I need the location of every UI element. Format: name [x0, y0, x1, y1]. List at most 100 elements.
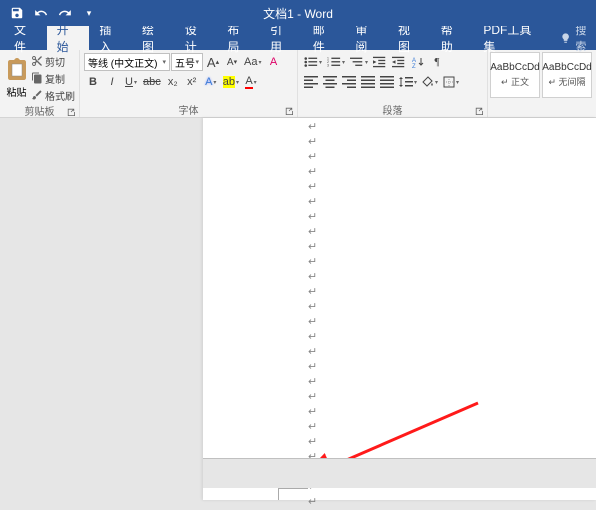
outdent-icon	[373, 56, 387, 68]
undo-icon	[34, 6, 48, 20]
sort-button[interactable]: AZ	[409, 53, 427, 71]
format-painter-label: 格式刷	[45, 88, 75, 103]
bullets-button[interactable]: ▾	[302, 53, 324, 71]
borders-icon	[443, 76, 455, 88]
dropdown-icon: ▾	[87, 8, 92, 19]
paragraph-mark: ↵	[203, 330, 596, 345]
paragraph-mark: ↵	[203, 270, 596, 285]
ribbon: 粘贴 剪切 复制 格式刷 剪贴板	[0, 50, 596, 118]
launcher-icon	[285, 107, 293, 115]
align-right-button[interactable]	[340, 73, 358, 91]
paragraph-mark: ↵	[203, 195, 596, 210]
sort-icon: AZ	[412, 56, 424, 68]
line-spacing-button[interactable]: ▾	[397, 73, 419, 91]
scissors-icon	[31, 55, 43, 67]
shading-button[interactable]: ▾	[420, 73, 440, 91]
bold-button[interactable]: B	[84, 73, 102, 91]
paragraph-mark: ↵	[203, 345, 596, 360]
launcher-icon	[67, 108, 75, 116]
align-left-icon	[304, 76, 318, 88]
paragraph-mark: ↵	[203, 120, 596, 135]
numbering-button[interactable]: 123▾	[325, 53, 347, 71]
svg-text:3: 3	[327, 63, 329, 67]
paragraph-launcher[interactable]	[474, 106, 484, 116]
numbering-icon: 123	[327, 56, 341, 68]
chevron-down-icon: ▾	[195, 58, 199, 66]
bulb-icon	[560, 32, 571, 44]
qat-customize-button[interactable]: ▾	[78, 2, 100, 24]
ribbon-group-paragraph: ▾ 123▾ ▾ AZ ¶ ▾ ▾ ▾ 段落	[298, 50, 488, 117]
font-name-combo[interactable]: 等线 (中文正文) ▾	[84, 53, 170, 71]
paragraph-mark: ↵	[203, 360, 596, 375]
undo-button[interactable]	[30, 2, 52, 24]
save-button[interactable]	[6, 2, 28, 24]
font-launcher[interactable]	[284, 106, 294, 116]
line-spacing-icon	[399, 76, 413, 88]
style-box-1[interactable]: AaBbCcDd↵ 无间隔	[542, 52, 592, 98]
paragraph-mark: ↵	[203, 495, 596, 510]
workspace: ↵↵↵↵↵↵↵↵↵↵↵↵↵↵↵↵↵↵↵↵↵↵↵↵↵↵	[0, 118, 596, 500]
underline-button[interactable]: U▾	[122, 73, 140, 91]
window-title: 文档1 - Word	[263, 5, 333, 22]
paragraph-group-label: 段落	[298, 102, 487, 117]
svg-text:Z: Z	[412, 64, 416, 68]
paragraph-mark: ↵	[203, 390, 596, 405]
clear-formatting-button[interactable]: A	[264, 53, 282, 71]
save-icon	[10, 6, 24, 20]
quick-access-toolbar: ▾	[0, 2, 100, 24]
decrease-indent-button[interactable]	[371, 53, 389, 71]
style-box-0[interactable]: AaBbCcDd↵ 正文	[490, 52, 540, 98]
next-page-corner	[278, 488, 308, 500]
align-center-button[interactable]	[321, 73, 339, 91]
align-left-button[interactable]	[302, 73, 320, 91]
ribbon-group-styles: AaBbCcDd↵ 正文AaBbCcDd↵ 无间隔	[488, 50, 596, 117]
redo-icon	[58, 6, 72, 20]
redo-button[interactable]	[54, 2, 76, 24]
paste-button[interactable]: 粘贴	[4, 53, 29, 101]
justify-button[interactable]	[359, 73, 377, 91]
clipboard-launcher[interactable]	[66, 107, 76, 117]
show-marks-button[interactable]: ¶	[428, 53, 446, 71]
paragraph-mark: ↵	[203, 300, 596, 315]
pilcrow-icon: ¶	[435, 56, 440, 68]
subscript-button[interactable]: x₂	[164, 73, 182, 91]
paragraph-mark: ↵	[203, 240, 596, 255]
multilevel-button[interactable]: ▾	[348, 53, 370, 71]
bucket-icon	[422, 76, 434, 88]
borders-button[interactable]: ▾	[441, 73, 461, 91]
copy-button[interactable]: 复制	[31, 70, 75, 86]
copy-label: 复制	[45, 71, 65, 86]
font-size-combo[interactable]: 五号 ▾	[171, 53, 203, 71]
text-effects-button[interactable]: A▾	[202, 73, 220, 91]
ribbon-group-clipboard: 粘贴 剪切 复制 格式刷 剪贴板	[0, 50, 80, 117]
bullets-icon	[304, 56, 318, 68]
font-color-button[interactable]: A▾	[242, 73, 260, 91]
font-group-label: 字体	[80, 102, 297, 117]
titlebar: ▾ 文档1 - Word	[0, 0, 596, 26]
grow-font-button[interactable]: A▴	[204, 53, 222, 71]
paragraph-mark: ↵	[203, 420, 596, 435]
italic-button[interactable]: I	[103, 73, 121, 91]
format-painter-button[interactable]: 格式刷	[31, 87, 75, 103]
strikethrough-button[interactable]: abc	[141, 73, 163, 91]
paragraph-mark: ↵	[203, 285, 596, 300]
launcher-icon	[475, 107, 483, 115]
document-area[interactable]: ↵↵↵↵↵↵↵↵↵↵↵↵↵↵↵↵↵↵↵↵↵↵↵↵↵↵	[203, 118, 596, 500]
clipboard-icon	[5, 56, 29, 84]
clipboard-group-label: 剪贴板	[0, 103, 79, 118]
justify-icon	[361, 76, 375, 88]
align-right-icon	[342, 76, 356, 88]
indent-icon	[392, 56, 406, 68]
change-case-button[interactable]: Aa▾	[242, 53, 263, 71]
paragraph-mark: ↵	[203, 225, 596, 240]
paragraph-mark: ↵	[203, 405, 596, 420]
superscript-button[interactable]: x²	[183, 73, 201, 91]
paragraph-mark: ↵	[203, 255, 596, 270]
shrink-font-button[interactable]: A▾	[223, 53, 241, 71]
highlight-button[interactable]: ab▾	[221, 73, 241, 91]
paragraph-mark: ↵	[203, 180, 596, 195]
paste-label: 粘贴	[7, 84, 27, 99]
increase-indent-button[interactable]	[390, 53, 408, 71]
distributed-button[interactable]	[378, 73, 396, 91]
cut-button[interactable]: 剪切	[31, 53, 75, 69]
